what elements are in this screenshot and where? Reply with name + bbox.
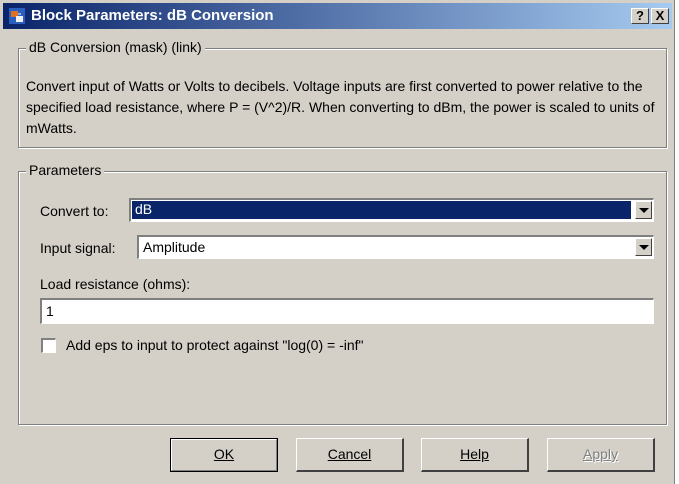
help-title-button[interactable]: ?	[631, 8, 649, 24]
apply-button: Apply	[547, 438, 655, 472]
chevron-down-icon[interactable]	[635, 238, 652, 256]
convert-to-value: dB	[132, 201, 631, 219]
parameters-legend: Parameters	[26, 162, 105, 178]
input-signal-value: Amplitude	[143, 239, 206, 255]
ok-button-label: OK	[213, 446, 235, 462]
help-button[interactable]: Help	[421, 438, 529, 472]
help-button-label: Help	[460, 446, 489, 462]
add-eps-checkbox[interactable]	[41, 338, 56, 353]
cancel-button[interactable]: Cancel	[296, 438, 404, 472]
load-resistance-input[interactable]: 1	[40, 298, 654, 324]
cancel-button-label: Cancel	[327, 446, 372, 462]
input-signal-label: Input signal:	[40, 240, 116, 256]
mask-legend: dB Conversion (mask) (link)	[26, 39, 205, 55]
close-title-button[interactable]: X	[651, 8, 669, 24]
convert-to-label: Convert to:	[40, 203, 109, 219]
block-icon	[9, 8, 25, 24]
apply-button-label: Apply	[582, 446, 619, 462]
load-resistance-label: Load resistance (ohms):	[40, 276, 191, 292]
window-title: Block Parameters: dB Conversion	[31, 7, 274, 24]
ok-button[interactable]: OK	[170, 438, 278, 472]
add-eps-label[interactable]: Add eps to input to protect against "log…	[66, 337, 364, 353]
input-signal-select[interactable]: Amplitude	[137, 235, 654, 259]
mask-description: Convert input of Watts or Volts to decib…	[26, 78, 655, 136]
chevron-down-icon[interactable]	[635, 201, 652, 219]
dialog-window: Block Parameters: dB Conversion ? X dB C…	[0, 0, 675, 484]
title-bar[interactable]: Block Parameters: dB Conversion ? X	[3, 3, 672, 29]
convert-to-select[interactable]: dB	[129, 198, 654, 222]
